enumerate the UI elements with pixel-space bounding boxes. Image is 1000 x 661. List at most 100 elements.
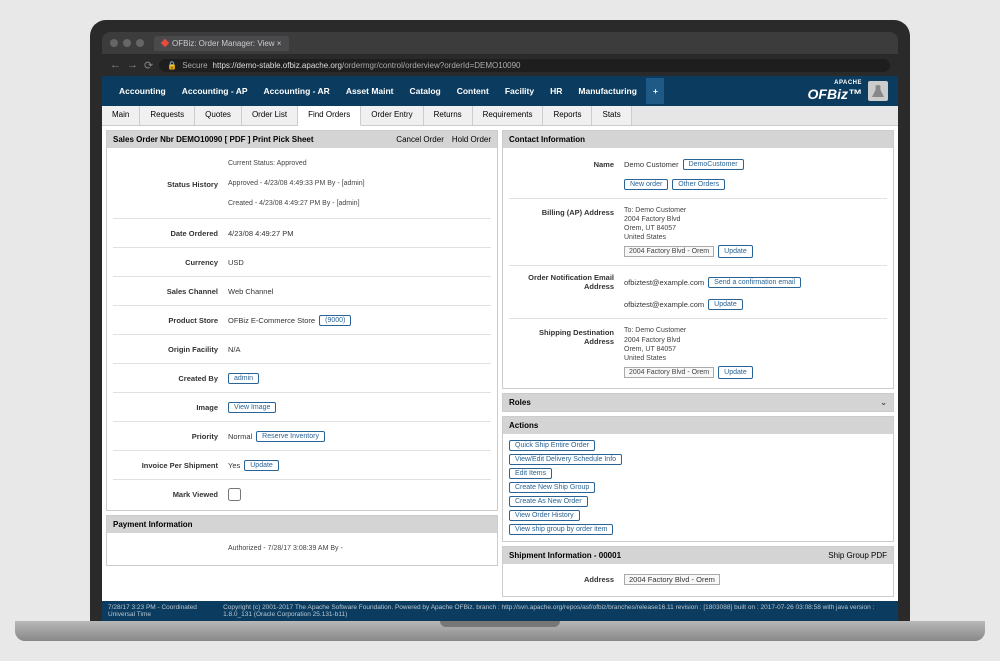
tab-order-list[interactable]: Order List xyxy=(242,106,298,125)
nav-item-accounting-ap[interactable]: Accounting - AP xyxy=(175,78,255,104)
payment-panel-header: Payment Information xyxy=(107,516,497,533)
other-orders-button[interactable]: Other Orders xyxy=(672,179,725,190)
tab-order-entry[interactable]: Order Entry xyxy=(361,106,423,125)
status-history: Approved - 4/23/08 4:49:33 PM By - [admi… xyxy=(228,179,491,189)
billing-select[interactable]: 2004 Factory Blvd - Orem xyxy=(624,246,714,257)
date-ordered: 4/23/08 4:49:27 PM xyxy=(228,229,491,238)
tab-requirements[interactable]: Requirements xyxy=(473,106,544,125)
nav-item-manufacturing[interactable]: Manufacturing xyxy=(571,78,644,104)
forward-icon[interactable]: → xyxy=(127,59,138,71)
current-status: Current Status: Approved xyxy=(228,159,491,169)
invoice-update-button[interactable]: Update xyxy=(244,460,279,471)
status-history-label: Status History xyxy=(113,180,228,189)
secure-label: Secure xyxy=(182,61,207,70)
sales-channel: Web Channel xyxy=(228,287,491,296)
product-store-link[interactable]: (9000) xyxy=(319,315,351,326)
ship-group-pdf-link[interactable]: Ship Group PDF xyxy=(828,551,887,560)
nav-item-hr[interactable]: HR xyxy=(543,78,569,104)
nav-item-content[interactable]: Content xyxy=(450,78,496,104)
currency: USD xyxy=(228,258,491,267)
actions-panel-header: Actions xyxy=(503,417,893,434)
footer: 7/28/17 3:23 PM - Coordinated Universal … xyxy=(102,601,898,621)
action-create-as-new-order[interactable]: Create As New Order xyxy=(509,496,588,507)
footer-copyright: Copyright (c) 2001-2017 The Apache Softw… xyxy=(223,604,892,618)
logo: APACHE OFBiz™ xyxy=(808,80,862,102)
hold-order-link[interactable]: Hold Order xyxy=(452,135,491,144)
product-store: OFBiz E-Commerce Store (9000) xyxy=(228,315,491,326)
image-label: Image xyxy=(113,403,228,412)
browser-chrome: OFBiz: Order Manager: View × xyxy=(102,32,898,54)
left-column: Sales Order Nbr DEMO10090 [ PDF ] Print … xyxy=(106,130,498,597)
nav-item-catalog[interactable]: Catalog xyxy=(403,78,448,104)
content-area: Sales Order Nbr DEMO10090 [ PDF ] Print … xyxy=(102,126,898,601)
action-view-edit-delivery-schedule-info[interactable]: View/Edit Delivery Schedule Info xyxy=(509,454,622,465)
contact-panel-header: Contact Information xyxy=(503,131,893,148)
email-label: Order Notification Email Address xyxy=(509,273,624,291)
action-view-order-history[interactable]: View Order History xyxy=(509,510,580,521)
action-quick-ship-entire-order[interactable]: Quick Ship Entire Order xyxy=(509,440,595,451)
shipping-address: To: Demo Customer 2004 Factory Blvd Orem… xyxy=(624,326,887,378)
tab-returns[interactable]: Returns xyxy=(424,106,473,125)
url-text: https://demo-stable.ofbiz.apache.org/ord… xyxy=(213,61,521,70)
shipment-panel: Shipment Information - 00001 Ship Group … xyxy=(502,546,894,597)
right-column: Contact Information Name Demo Customer D… xyxy=(502,130,894,597)
nav-item-accounting[interactable]: Accounting xyxy=(112,78,173,104)
address-field[interactable]: 🔒 Secure https://demo-stable.ofbiz.apach… xyxy=(159,59,890,72)
action-view-ship-group-by-order-item[interactable]: View ship group by order item xyxy=(509,524,613,535)
new-order-button[interactable]: New order xyxy=(624,179,668,190)
order-panel: Sales Order Nbr DEMO10090 [ PDF ] Print … xyxy=(106,130,498,511)
footer-time: 7/28/17 3:23 PM - Coordinated Universal … xyxy=(108,604,223,618)
customer-link[interactable]: DemoCustomer xyxy=(683,159,744,170)
email-1: ofbiztest@example.com xyxy=(624,278,704,287)
action-edit-items[interactable]: Edit Items xyxy=(509,468,552,479)
shipping-update-button[interactable]: Update xyxy=(718,366,753,379)
nav-add-button[interactable]: + xyxy=(646,78,664,104)
shipping-select[interactable]: 2004 Factory Blvd - Orem xyxy=(624,367,714,378)
nav-item-facility[interactable]: Facility xyxy=(498,78,541,104)
created-by-link[interactable]: admin xyxy=(228,373,259,384)
name-label: Name xyxy=(509,160,624,169)
reserve-inventory-button[interactable]: Reserve Inventory xyxy=(256,431,325,442)
roles-panel-header[interactable]: Roles ⌄ xyxy=(503,394,893,411)
send-confirmation-button[interactable]: Send a confirmation email xyxy=(708,277,801,288)
view-image-button[interactable]: View Image xyxy=(228,402,276,413)
window-controls[interactable] xyxy=(110,39,144,47)
tab-find-orders[interactable]: Find Orders xyxy=(298,106,361,126)
payment-text: Authorized - 7/28/17 3:08:39 AM By - xyxy=(228,544,491,554)
logo-area: APACHE OFBiz™ xyxy=(808,80,888,102)
sales-channel-label: Sales Channel xyxy=(113,287,228,296)
sub-nav: MainRequestsQuotesOrder ListFind OrdersO… xyxy=(102,106,898,126)
lock-icon: 🔒 xyxy=(167,61,177,70)
origin-facility-label: Origin Facility xyxy=(113,345,228,354)
email-2: ofbiztest@example.com xyxy=(624,300,704,309)
invoice-label: Invoice Per Shipment xyxy=(113,461,228,470)
tab-stats[interactable]: Stats xyxy=(592,106,631,125)
app-header: AccountingAccounting - APAccounting - AR… xyxy=(102,76,898,106)
shipment-address-select[interactable]: 2004 Factory Blvd - Orem xyxy=(624,574,720,585)
payment-panel: Payment Information Authorized - 7/28/17… xyxy=(106,515,498,566)
nav-item-asset-maint[interactable]: Asset Maint xyxy=(339,78,401,104)
back-icon[interactable]: ← xyxy=(110,59,121,71)
nav-item-accounting-ar[interactable]: Accounting - AR xyxy=(257,78,337,104)
user-avatar[interactable] xyxy=(868,81,888,101)
action-create-new-ship-group[interactable]: Create New Ship Group xyxy=(509,482,595,493)
billing-address: To: Demo Customer 2004 Factory Blvd Orem… xyxy=(624,206,887,258)
product-store-label: Product Store xyxy=(113,316,228,325)
url-bar: ← → ⟳ 🔒 Secure https://demo-stable.ofbiz… xyxy=(102,54,898,76)
tab-quotes[interactable]: Quotes xyxy=(195,106,242,125)
mark-viewed-label: Mark Viewed xyxy=(113,490,228,499)
chevron-down-icon: ⌄ xyxy=(880,398,887,407)
browser-tab[interactable]: OFBiz: Order Manager: View × xyxy=(154,36,289,51)
mark-viewed-checkbox[interactable] xyxy=(228,488,241,501)
tab-main[interactable]: Main xyxy=(102,106,140,125)
billing-label: Billing (AP) Address xyxy=(509,206,624,217)
billing-update-button[interactable]: Update xyxy=(718,245,753,258)
shipment-address-label: Address xyxy=(509,575,624,584)
reload-icon[interactable]: ⟳ xyxy=(144,59,153,72)
email-update-button[interactable]: Update xyxy=(708,299,743,310)
priority-label: Priority xyxy=(113,432,228,441)
tab-requests[interactable]: Requests xyxy=(140,106,195,125)
cancel-order-link[interactable]: Cancel Order xyxy=(396,135,444,144)
tab-reports[interactable]: Reports xyxy=(543,106,592,125)
origin-facility: N/A xyxy=(228,345,491,354)
